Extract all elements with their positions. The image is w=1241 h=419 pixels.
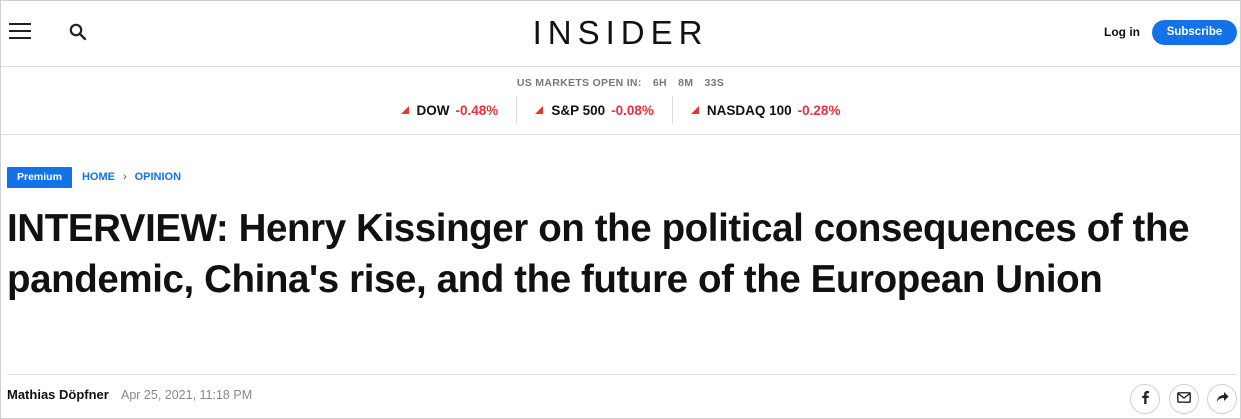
down-arrow-icon	[400, 105, 409, 114]
site-header: INSIDER Log in Subscribe	[1, 1, 1240, 67]
market-status-label: US MARKETS OPEN IN:	[516, 77, 642, 89]
byline-divider	[7, 374, 1237, 375]
ticker-name: DOW	[416, 102, 450, 118]
ticker-change: -0.08%	[611, 102, 654, 118]
ticker-name: NASDAQ 100	[706, 102, 792, 118]
ticker-name: S&P 500	[551, 102, 606, 118]
publish-date: Apr 25, 2021, 11:18 PM	[121, 388, 253, 402]
more-share-button[interactable]	[1207, 384, 1237, 414]
market-ticker-bar: US MARKETS OPEN IN: 6H 8M 33S DOW -0.48%…	[1, 68, 1240, 135]
down-arrow-icon	[535, 105, 544, 114]
article-headline: INTERVIEW: Henry Kissinger on the politi…	[7, 207, 1190, 301]
breadcrumb-home[interactable]: HOME	[82, 171, 115, 183]
breadcrumb-opinion[interactable]: OPINION	[135, 171, 181, 183]
ticker-sp500[interactable]: S&P 500 -0.08%	[516, 96, 672, 124]
countdown-minutes: 8M	[678, 77, 694, 89]
email-share-button[interactable]	[1169, 384, 1199, 414]
search-icon[interactable]	[69, 23, 89, 43]
countdown-hours: 6H	[652, 77, 667, 89]
author-link[interactable]: Mathias Döpfner	[7, 387, 109, 402]
login-link[interactable]: Log in	[1104, 25, 1140, 39]
market-status: US MARKETS OPEN IN: 6H 8M 33S	[1, 77, 1240, 89]
ticker-nasdaq100[interactable]: NASDAQ 100 -0.28%	[671, 96, 859, 124]
breadcrumb: Premium HOME › OPINION	[7, 166, 181, 188]
email-icon	[1177, 390, 1191, 408]
chevron-right-icon: ›	[122, 171, 127, 183]
ticker-change: -0.48%	[455, 102, 499, 118]
menu-icon[interactable]	[9, 23, 33, 43]
facebook-share-button[interactable]	[1130, 384, 1160, 414]
ticker-change: -0.28%	[797, 102, 841, 118]
ticker-dow[interactable]: DOW -0.48%	[383, 96, 517, 124]
countdown-seconds: 33S	[704, 77, 725, 89]
ticker-list: DOW -0.48% S&P 500 -0.08% NASDAQ 100 -0.…	[1, 96, 1240, 124]
share-icon	[1216, 390, 1229, 408]
down-arrow-icon	[690, 105, 699, 114]
subscribe-button[interactable]: Subscribe	[1152, 20, 1237, 45]
facebook-icon	[1140, 390, 1150, 409]
premium-badge: Premium	[7, 166, 72, 188]
site-logo[interactable]: INSIDER	[1, 14, 1240, 52]
